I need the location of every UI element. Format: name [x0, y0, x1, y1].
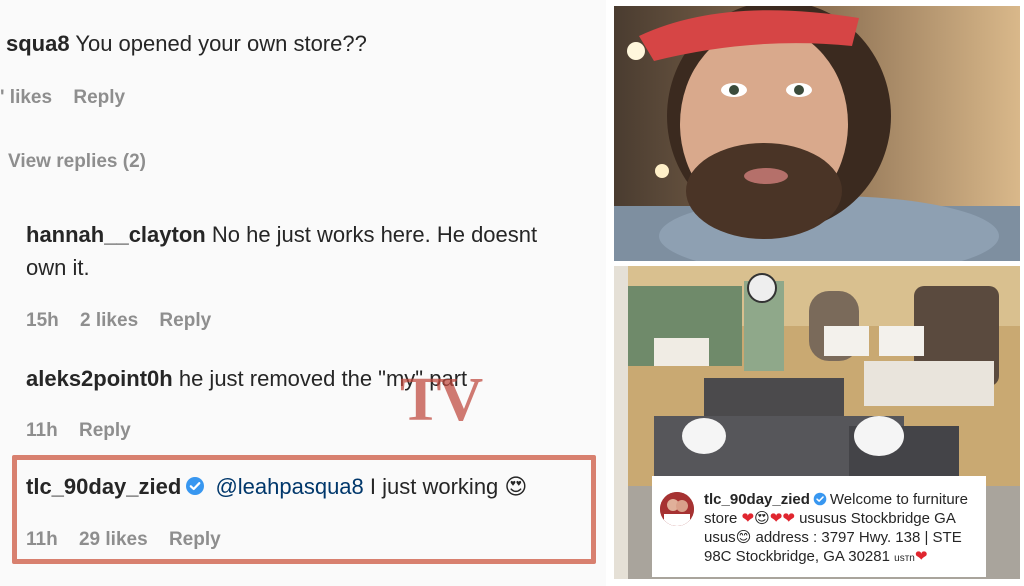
caption-line: ususus Stockbridge GA	[799, 510, 956, 527]
comments-panel: squa8 You opened your own store?? ' like…	[0, 0, 606, 586]
view-replies-label: View replies (2)	[8, 151, 146, 172]
mention-link[interactable]: @leahpasqua8	[215, 474, 363, 499]
comment-username[interactable]: squa8	[6, 31, 70, 56]
comment-username[interactable]: aleks2point0h	[26, 366, 173, 391]
caption-line: usтn	[894, 553, 915, 564]
comment-text: You opened your own store??	[75, 31, 367, 56]
heart-icon: ❤	[782, 510, 795, 527]
comment-meta: ' likes Reply	[0, 87, 141, 109]
heart-icon: ❤	[769, 510, 783, 527]
caption-line: address : 3797 Hwy. 138 | STE	[755, 529, 962, 546]
comment-row: hannah__clayton No he just works here. H…	[26, 218, 601, 252]
comment-row: tlc_90day_zied @leahpasqua8 I just worki…	[26, 470, 527, 504]
comment-time: 11h	[26, 420, 58, 441]
caption-line: usus	[704, 529, 736, 546]
heart-icon: ❤	[741, 510, 755, 527]
comment-meta: 11h Reply	[26, 420, 147, 442]
comment-row: squa8 You opened your own store??	[6, 27, 367, 61]
heart-eyes-emoji: 😍	[504, 474, 528, 499]
view-replies-button[interactable]: View replies (2)	[8, 151, 162, 173]
likes-count[interactable]: ' likes	[0, 87, 52, 108]
heart-icon: ❤	[914, 548, 928, 565]
comment-text-continued: own it.	[26, 255, 90, 280]
comment-text: No he just works here. He doesnt	[211, 222, 538, 247]
comment-meta: 11h 29 likes Reply	[26, 529, 237, 551]
comment-time: 15h	[26, 310, 59, 331]
comment-username[interactable]: tlc_90day_zied	[26, 474, 181, 499]
watermark-logo: TV	[400, 366, 483, 434]
caption-text: tlc_90day_zied Welcome to furniture store…	[704, 490, 980, 568]
smile-icon: 😊	[735, 529, 752, 546]
verified-badge-icon	[186, 477, 205, 495]
caption-line: Welcome to furniture	[829, 491, 969, 508]
caption-username[interactable]: tlc_90day_zied	[704, 491, 810, 508]
avatar[interactable]	[660, 492, 694, 526]
likes-count[interactable]: 29 likes	[79, 529, 148, 550]
divider	[606, 0, 614, 586]
caption-line: 98C Stockbridge, GA 30281	[704, 548, 890, 565]
heart-eyes-icon: 😍	[754, 510, 770, 527]
caption-line: store	[704, 510, 738, 527]
comment-time: 11h	[26, 529, 58, 550]
reply-button[interactable]: Reply	[169, 529, 221, 550]
comment-meta: 15h 2 likes Reply	[26, 310, 227, 332]
reply-button[interactable]: Reply	[73, 87, 125, 108]
selfie-photo	[614, 6, 1020, 261]
instagram-caption: tlc_90day_zied Welcome to furniture store…	[652, 476, 986, 577]
reply-button[interactable]: Reply	[159, 310, 211, 331]
comment-text: I just working	[369, 474, 499, 499]
comment-username[interactable]: hannah__clayton	[26, 222, 206, 247]
likes-count[interactable]: 2 likes	[80, 310, 138, 331]
reply-button[interactable]: Reply	[79, 420, 131, 441]
verified-badge-icon	[813, 492, 827, 506]
